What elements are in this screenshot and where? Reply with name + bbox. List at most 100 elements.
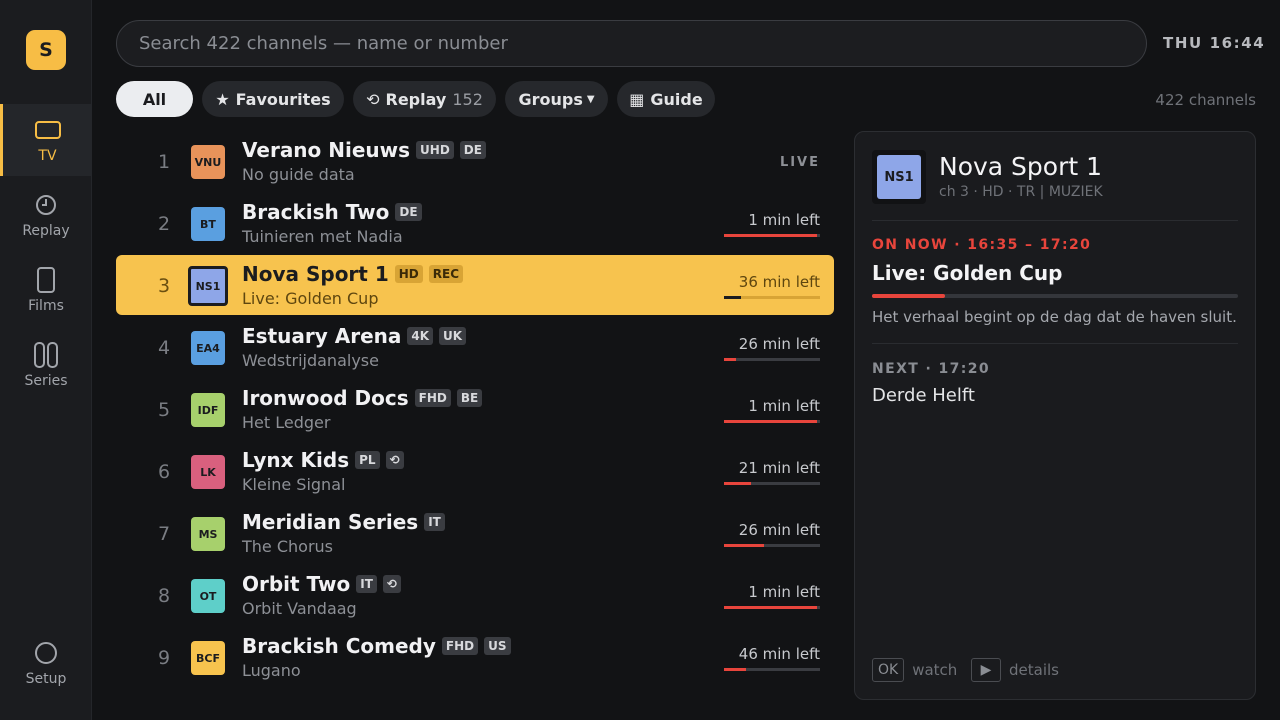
channel-list[interactable]: 1 VNU Verano Nieuws UHD DE No guide data LIVE 2… <box>116 131 834 720</box>
channel-number: 4 <box>157 337 171 359</box>
program-progress <box>724 420 820 423</box>
program-progress-fill <box>724 668 747 671</box>
hint-watch-label: watch <box>912 661 958 679</box>
replay-icon: ⟲ <box>366 89 380 109</box>
sidebar-item-label: Setup <box>25 671 67 687</box>
channel-logo: MS <box>191 517 225 551</box>
channel-row[interactable]: 4 EA4 Estuary Arena 4K UK Wedstrijdanalyse 26 … <box>116 317 834 377</box>
star-icon: ★ <box>215 89 230 109</box>
channel-name: Meridian Series <box>242 510 419 534</box>
ok-key: OK <box>872 658 905 682</box>
channel-badge: 4K <box>407 327 434 345</box>
series-icon <box>32 341 60 369</box>
app-logo: S <box>26 30 66 70</box>
next-title: Derde Helft <box>872 385 975 406</box>
filter-all[interactable]: All <box>116 81 193 117</box>
film-icon <box>32 266 60 294</box>
program-progress <box>724 482 820 485</box>
channel-badge: IT <box>424 513 445 531</box>
on-now-progress <box>872 294 1238 298</box>
program-progress <box>724 606 820 609</box>
divider <box>872 343 1238 344</box>
details-channel-logo-text: NS1 <box>877 155 921 199</box>
channel-logo: OT <box>191 579 225 613</box>
channel-badge: FHD <box>414 389 451 407</box>
filter-guide[interactable]: ▦ Guide <box>617 81 715 117</box>
live-label: LIVE <box>779 155 820 170</box>
current-program: Het Ledger <box>242 413 331 432</box>
search-input[interactable]: Search 422 channels — name or number <box>116 20 1147 67</box>
filter-favourites[interactable]: ★ Favourites <box>202 81 344 117</box>
settings-icon <box>32 639 60 667</box>
channel-name-line: Orbit Two IT ⟲ <box>242 572 401 596</box>
sidebar-item-label: TV <box>38 148 57 164</box>
time-left: 26 min left <box>738 335 820 353</box>
program-progress <box>724 234 820 237</box>
channel-row[interactable]: 6 LK Lynx Kids PL ⟲ Kleine Signal 21 min left <box>116 441 834 501</box>
sidebar-item-label: Series <box>24 373 68 389</box>
channel-row[interactable]: 8 OT Orbit Two IT ⟲ Orbit Vandaag 1 min left <box>116 565 834 625</box>
channel-logo: EA4 <box>191 331 225 365</box>
channel-logo: BT <box>191 207 225 241</box>
sidebar-item-films[interactable]: Films <box>0 254 92 326</box>
current-program: Tuinieren met Nadia <box>242 227 403 246</box>
sidebar-item-series[interactable]: Series <box>0 329 92 401</box>
channel-name: Ironwood Docs <box>242 386 409 410</box>
sidebar-item-setup[interactable]: Setup <box>0 627 92 699</box>
filter-groups[interactable]: Groups ▼ <box>505 81 608 117</box>
channel-name-line: Brackish Two DE <box>242 200 422 224</box>
search-placeholder: Search 422 channels — name or number <box>139 33 508 54</box>
on-now-progress-fill <box>872 294 946 298</box>
grid-icon: ▦ <box>629 89 645 109</box>
program-progress <box>724 668 820 671</box>
channel-name: Verano Nieuws <box>242 138 411 162</box>
current-program: Live: Golden Cup <box>242 289 379 308</box>
hint-details-label: details <box>1009 661 1059 679</box>
time-left: 1 min left <box>748 583 820 601</box>
channel-badge: UHD <box>416 141 454 159</box>
channel-number: 8 <box>157 585 171 607</box>
channel-name: Nova Sport 1 <box>242 262 389 286</box>
channel-row[interactable]: 1 VNU Verano Nieuws UHD DE No guide data LIVE <box>116 131 834 191</box>
program-progress-fill <box>724 544 765 547</box>
replay-badge-icon: ⟲ <box>385 451 404 469</box>
channel-row[interactable]: 7 MS Meridian Series IT The Chorus 26 min lef… <box>116 503 834 563</box>
filter-replay-label: Replay <box>385 89 447 109</box>
next-label: NEXT · 17:20 <box>872 361 991 377</box>
channel-number: 9 <box>157 647 171 669</box>
program-progress-fill <box>724 234 818 237</box>
channel-name: Estuary Arena <box>242 324 402 348</box>
current-program: Kleine Signal <box>242 475 346 494</box>
program-progress <box>724 358 820 361</box>
current-program: Lugano <box>242 661 301 680</box>
sidebar-item-replay[interactable]: Replay <box>0 179 92 251</box>
channel-name-line: Meridian Series IT <box>242 510 445 534</box>
channel-number: 1 <box>157 151 171 173</box>
tv-icon <box>34 116 62 144</box>
hint-details[interactable]: ▶ details <box>971 658 1059 682</box>
details-channel-meta: ch 3 · HD · TR | MUZIEK <box>939 184 1103 200</box>
channel-row[interactable]: 9 BCF Brackish Comedy FHD US Lugano 46 min lef… <box>116 627 834 687</box>
on-now-label: ON NOW · 16:35 – 17:20 <box>872 237 1092 253</box>
channel-number: 5 <box>157 399 171 421</box>
time-left: 21 min left <box>738 459 820 477</box>
channel-count: 422 channels <box>1155 91 1256 109</box>
channel-row[interactable]: 2 BT Brackish Two DE Tuinieren met Nadia 1 mi… <box>116 193 834 253</box>
filter-replay[interactable]: ⟲ Replay 152 <box>353 81 496 117</box>
hint-watch[interactable]: OK watch <box>872 658 957 682</box>
channel-name: Orbit Two <box>242 572 351 596</box>
channel-row[interactable]: 5 IDF Ironwood Docs FHD BE Het Ledger 1 min le… <box>116 379 834 439</box>
details-panel: NS1 Nova Sport 1 ch 3 · HD · TR | MUZIEK… <box>854 131 1256 700</box>
sidebar-item-label: Films <box>28 298 64 314</box>
channel-name-line: Estuary Arena 4K UK <box>242 324 467 348</box>
program-progress <box>724 544 820 547</box>
channel-name: Lynx Kids <box>242 448 350 472</box>
channel-row[interactable]: 3 NS1 Nova Sport 1 HD REC Live: Golden Cup 36 … <box>116 255 834 315</box>
channel-number: 2 <box>157 213 171 235</box>
channel-badge: PL <box>355 451 380 469</box>
current-program: Orbit Vandaag <box>242 599 357 618</box>
sidebar-item-tv[interactable]: TV <box>0 104 92 176</box>
channel-number: 7 <box>157 523 171 545</box>
details-channel-logo: NS1 <box>872 150 926 204</box>
time-left: 26 min left <box>738 521 820 539</box>
